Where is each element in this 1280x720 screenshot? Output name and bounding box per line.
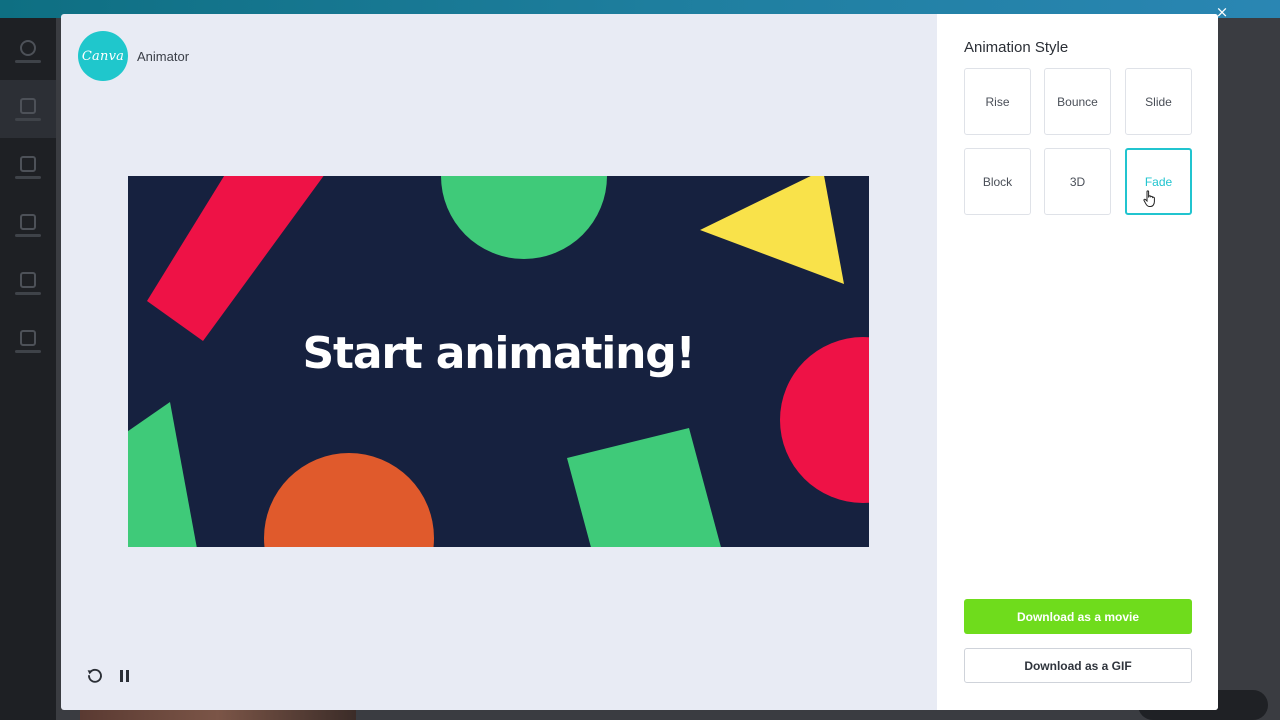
sidebar-item-uploads: [0, 312, 56, 370]
panel-title: Animation Style: [964, 39, 1069, 56]
style-bounce-button[interactable]: Bounce: [1044, 68, 1111, 135]
sidebar-item-text: [0, 196, 56, 254]
sidebar-item-layouts: [0, 80, 56, 138]
sidebar-item-search: [0, 22, 56, 80]
sidebar-item-elements: [0, 138, 56, 196]
editor-sidebar: [0, 18, 56, 720]
style-fade-label: Fade: [1144, 174, 1173, 189]
pause-icon: [120, 670, 129, 682]
playback-controls: [85, 666, 135, 686]
green-triangle-shape: [128, 402, 197, 547]
app-name: Animator: [137, 48, 190, 64]
green-square-shape: [567, 428, 721, 547]
yellow-triangle-shape: [700, 176, 844, 284]
replay-button[interactable]: [85, 666, 105, 686]
style-rise-button[interactable]: Rise: [964, 68, 1031, 135]
style-slide-button[interactable]: Slide: [1125, 68, 1192, 135]
download-gif-button[interactable]: Download as a GIF: [964, 648, 1192, 683]
brand: Canva Animator: [78, 31, 189, 81]
style-3d-button[interactable]: 3D: [1044, 148, 1111, 215]
preview-headline: Start animating!: [302, 328, 696, 379]
animator-modal: Canva Animator Start animating! Animatio…: [61, 14, 1218, 710]
style-block-button[interactable]: Block: [964, 148, 1031, 215]
pause-button[interactable]: [115, 666, 135, 686]
green-circle-shape-top: [441, 176, 607, 259]
close-icon[interactable]: ×: [1212, 2, 1232, 22]
red-rectangle-shape: [147, 176, 324, 341]
animation-style-grid: Rise Bounce Slide Block 3D Fade: [964, 68, 1192, 215]
canva-logo: Canva: [78, 31, 128, 81]
orange-circle-shape: [264, 453, 434, 547]
download-movie-button[interactable]: Download as a movie: [964, 599, 1192, 634]
hand-cursor-icon: [1143, 190, 1155, 207]
animation-style-panel: Animation Style Rise Bounce Slide Block …: [937, 14, 1218, 710]
animation-preview: Start animating!: [128, 176, 869, 547]
sidebar-item-background: [0, 254, 56, 312]
replay-icon: [87, 668, 102, 683]
style-fade-button[interactable]: Fade: [1125, 148, 1192, 215]
